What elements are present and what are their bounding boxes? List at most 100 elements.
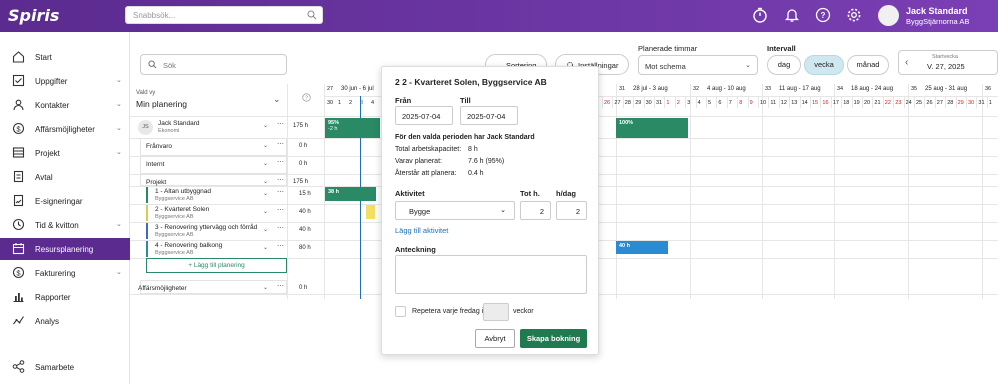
row-hours: 175 h	[293, 179, 309, 185]
more-icon[interactable]: ⋯	[277, 188, 284, 196]
row-title[interactable]: 3 - Renovering yttervägg och förråd	[155, 224, 257, 231]
chevron-icon[interactable]: ⌄	[263, 122, 268, 129]
sidebar-item-rapporter[interactable]: Rapporter	[0, 286, 130, 308]
chevron-left-icon[interactable]: ‹	[905, 57, 908, 68]
sidebar-item-avtal[interactable]: Avtal	[0, 166, 130, 188]
row-hours: 0 h	[299, 143, 308, 149]
chevron-icon[interactable]: ⌄	[263, 178, 268, 185]
add-activity-link[interactable]: Lägg till aktivitet	[395, 226, 448, 235]
hours-per-day-input[interactable]: 2	[556, 201, 587, 220]
sidebar-item-resursplanering[interactable]: Resursplanering	[0, 238, 130, 260]
sidebar-item-e-signeringar[interactable]: E-signeringar	[0, 190, 130, 212]
row-title[interactable]: Internt	[146, 161, 164, 168]
interval-day[interactable]: dag	[767, 55, 801, 75]
row-hours: 40 h	[299, 227, 311, 233]
day-cell: 26	[926, 100, 933, 106]
repeat-weeks-input[interactable]	[483, 303, 509, 321]
divider	[716, 96, 718, 108]
row-title[interactable]: Affärsmöjligheter	[138, 285, 187, 292]
chevron-icon[interactable]: ⌄	[263, 190, 268, 197]
divider	[882, 96, 884, 108]
more-icon[interactable]: ⋯	[277, 206, 284, 214]
booking-bar[interactable]: 40 h	[616, 241, 668, 254]
booking-bar[interactable]: 38 h	[325, 187, 376, 201]
more-icon[interactable]: ⋯	[277, 158, 284, 166]
to-date-input[interactable]: 2025-07-04	[460, 106, 518, 125]
row-title[interactable]: Projekt	[146, 179, 166, 186]
sidebar-item-analys[interactable]: Analys	[0, 310, 130, 332]
sidebar-item-samarbete[interactable]: Samarbete	[0, 356, 130, 378]
day-cell: 9	[749, 100, 753, 106]
interval-week[interactable]: vecka	[804, 55, 844, 75]
more-icon[interactable]: ⋯	[277, 242, 284, 250]
sidebar-item-projekt[interactable]: Projekt ⌄	[0, 142, 130, 164]
week-number: 35	[911, 86, 918, 92]
help-icon[interactable]: ?	[815, 7, 831, 23]
day-cell: 11	[770, 100, 777, 106]
gear-icon[interactable]	[846, 7, 862, 23]
sidebar-item-tid-kvitton[interactable]: Tid & kvitton ⌄	[0, 214, 130, 236]
sidebar-item-kontakter[interactable]: Kontakter ⌄	[0, 94, 130, 116]
row-subtitle: Byggservice AB	[155, 196, 194, 202]
total-hours-input[interactable]: 2	[520, 201, 551, 220]
cancel-button[interactable]: Avbryt	[475, 329, 515, 348]
hours-per-day-label: h/dag	[556, 189, 576, 198]
chevron-icon[interactable]: ⌄	[263, 284, 268, 291]
create-booking-button[interactable]: Skapa bokning	[520, 329, 587, 348]
divider	[834, 84, 835, 299]
day-cell: 24	[905, 100, 912, 106]
divider	[789, 96, 791, 108]
quick-search-input[interactable]: Snabbsök...	[125, 6, 323, 24]
start-week-picker[interactable]: ‹ Startvecka V. 27, 2025	[898, 50, 998, 75]
note-textarea[interactable]	[395, 255, 587, 294]
planned-hours-select[interactable]: Mot schema ⌄	[638, 55, 758, 75]
sidebar-item-label: Start	[35, 53, 52, 62]
week-number: 32	[693, 86, 700, 92]
avatar[interactable]	[878, 5, 899, 26]
more-icon[interactable]: ⋯	[277, 176, 284, 184]
row-title[interactable]: 4 - Renovering balkong	[155, 242, 222, 249]
interval-month[interactable]: månad	[847, 55, 889, 75]
activity-select[interactable]: Bygge ⌄	[395, 201, 515, 220]
more-icon[interactable]: ⋯	[277, 120, 284, 128]
row-title[interactable]: Frånvaro	[146, 143, 172, 150]
search-icon	[148, 60, 157, 69]
chevron-icon[interactable]: ⌄	[263, 142, 268, 149]
logo[interactable]: Spiris	[8, 6, 59, 25]
chevron-icon[interactable]: ⌄	[263, 226, 268, 233]
view-select[interactable]: Min planering	[136, 99, 187, 109]
more-icon[interactable]: ⋯	[277, 140, 284, 148]
more-icon[interactable]: ⋯	[277, 224, 284, 232]
divider	[737, 96, 739, 108]
capacity-bar[interactable]: 100%	[616, 118, 688, 138]
repeat-checkbox[interactable]	[395, 306, 406, 317]
booking-bar-selected[interactable]	[366, 205, 375, 219]
help-icon[interactable]: ?	[302, 93, 311, 102]
chevron-icon[interactable]: ⌄	[263, 244, 268, 251]
row-hours: 175 h	[293, 123, 309, 129]
capacity-bar[interactable]: 95% -2 h	[325, 118, 380, 138]
row-subtitle: Byggservice AB	[155, 250, 194, 256]
row-title[interactable]: 2 - Kvarteret Solen	[155, 206, 209, 213]
sidebar-item-start[interactable]: Start	[0, 46, 130, 68]
planning-search-input[interactable]: Sök	[140, 54, 287, 75]
bell-icon[interactable]	[784, 7, 800, 23]
chevron-icon[interactable]: ⌄	[263, 160, 268, 167]
user-name[interactable]: Jack Standard	[906, 6, 968, 16]
svg-text:?: ?	[305, 96, 308, 102]
stopwatch-icon[interactable]	[752, 7, 768, 23]
add-planning-button[interactable]: + Lägg till planering	[146, 258, 287, 273]
start-week-label: Startvecka	[932, 54, 958, 60]
from-date-input[interactable]: 2025-07-04	[395, 106, 453, 125]
chevron-icon[interactable]: ⌄	[263, 208, 268, 215]
chevron-down-icon[interactable]: ⌄	[273, 94, 281, 105]
more-icon[interactable]: ⋯	[277, 282, 284, 290]
calendar-icon	[12, 243, 25, 255]
sidebar-item-fakturering[interactable]: $ Fakturering ⌄	[0, 262, 130, 284]
sidebar-item-uppgifter[interactable]: Uppgifter ⌄	[0, 70, 130, 92]
sidebar-item-affärsmöjligheter[interactable]: $ Affärsmöjligheter ⌄	[0, 118, 130, 140]
row-subtitle: Ekonomi	[158, 128, 180, 134]
sidebar-item-label: Tid & kvitton	[35, 221, 79, 230]
row-title[interactable]: Jack Standard	[158, 120, 200, 127]
row-title[interactable]: 1 - Altan utbyggnad	[155, 188, 211, 195]
